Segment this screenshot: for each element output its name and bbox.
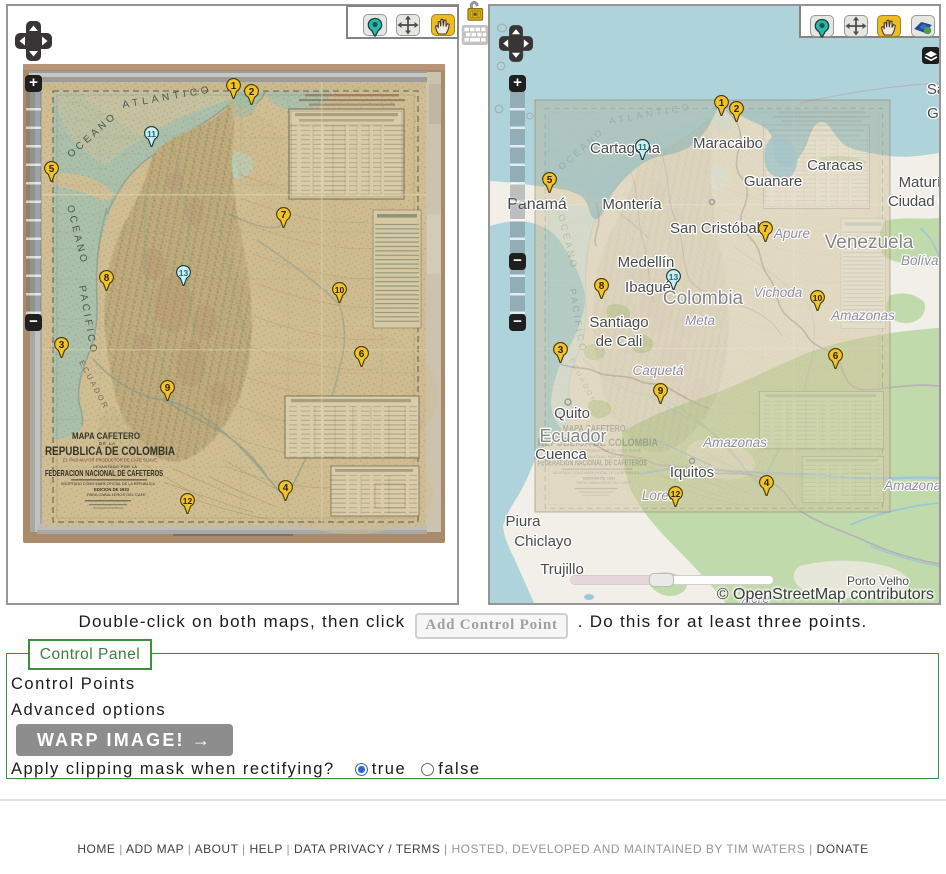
svg-text:de Cali: de Cali (596, 333, 643, 350)
svg-text:Quito: Quito (554, 405, 590, 422)
svg-text:3: 3 (557, 345, 563, 356)
svg-text:1: 1 (718, 98, 724, 109)
svg-text:Ciudad Gu: Ciudad Gu (888, 193, 939, 210)
svg-text:FEDERACION NACIONAL DE CAFETER: FEDERACION NACIONAL DE CAFETEROS (45, 468, 163, 478)
svg-text:Guanare: Guanare (744, 173, 802, 190)
svg-text:2: 2 (249, 87, 255, 98)
svg-text:12: 12 (670, 489, 680, 499)
svg-text:Ecuador: Ecuador (539, 426, 606, 446)
svg-text:11: 11 (638, 142, 647, 152)
svg-text:Amazonas: Amazonas (883, 478, 939, 493)
svg-text:Montería: Montería (602, 196, 662, 213)
svg-text:6: 6 (832, 351, 838, 362)
svg-text:Chiclayo: Chiclayo (514, 533, 572, 550)
svg-text:Cuenca: Cuenca (535, 446, 587, 463)
svg-text:13: 13 (178, 268, 188, 278)
svg-text:REPUBLICA DE COLOMBIA: REPUBLICA DE COLOMBIA (45, 446, 175, 458)
svg-text:EL PAIS MAYOR PRODUCTOR DE CAF: EL PAIS MAYOR PRODUCTOR DE CAFE SUAVE (63, 458, 157, 463)
svg-text:Venezuela: Venezuela (825, 232, 914, 253)
svg-text:Bolívar: Bolívar (901, 253, 939, 268)
svg-text:Apure: Apure (773, 226, 810, 241)
svg-text:Meta: Meta (685, 313, 716, 328)
svg-text:8: 8 (103, 273, 109, 284)
svg-text:13: 13 (668, 272, 678, 282)
svg-text:San Cristóbal: San Cristóbal (670, 220, 760, 237)
svg-text:Sa: Sa (927, 81, 939, 98)
svg-text:Maracaibo: Maracaibo (693, 135, 763, 152)
svg-text:Cartagena: Cartagena (590, 140, 661, 157)
svg-text:4: 4 (763, 478, 769, 489)
svg-text:Piura: Piura (505, 513, 541, 530)
svg-text:11: 11 (147, 129, 156, 139)
svg-text:PARA CABALLEROS DEL CAFE: PARA CABALLEROS DEL CAFE (87, 492, 146, 497)
svg-text:Santiago: Santiago (589, 314, 648, 331)
svg-text:4: 4 (283, 483, 289, 494)
svg-text:Amazonas: Amazonas (702, 435, 767, 450)
svg-text:10: 10 (335, 285, 345, 295)
svg-text:Caquetá: Caquetá (632, 363, 684, 378)
svg-text:8: 8 (598, 281, 604, 292)
svg-text:9: 9 (657, 386, 663, 397)
svg-text:9: 9 (164, 382, 170, 393)
svg-text:3: 3 (59, 340, 65, 351)
svg-text:6: 6 (359, 349, 365, 360)
svg-text:Iquitos: Iquitos (670, 464, 714, 481)
svg-text:G: G (927, 105, 939, 122)
svg-text:7: 7 (762, 224, 768, 235)
svg-text:2: 2 (733, 104, 739, 115)
svg-text:Vichoda: Vichoda (754, 285, 803, 300)
svg-text:5: 5 (546, 175, 552, 186)
svg-text:ADOPTADO COMO MAPA OFICIAL DE: ADOPTADO COMO MAPA OFICIAL DE LA REPUBLI… (61, 481, 155, 486)
svg-text:12: 12 (183, 496, 193, 506)
svg-text:1: 1 (231, 80, 237, 91)
svg-text:5: 5 (49, 163, 55, 174)
svg-text:Amazonas: Amazonas (830, 308, 895, 323)
svg-text:Maturín: Maturín (899, 174, 939, 191)
svg-text:10: 10 (812, 293, 822, 303)
svg-text:Caracas: Caracas (807, 157, 863, 174)
svg-text:7: 7 (280, 210, 286, 221)
